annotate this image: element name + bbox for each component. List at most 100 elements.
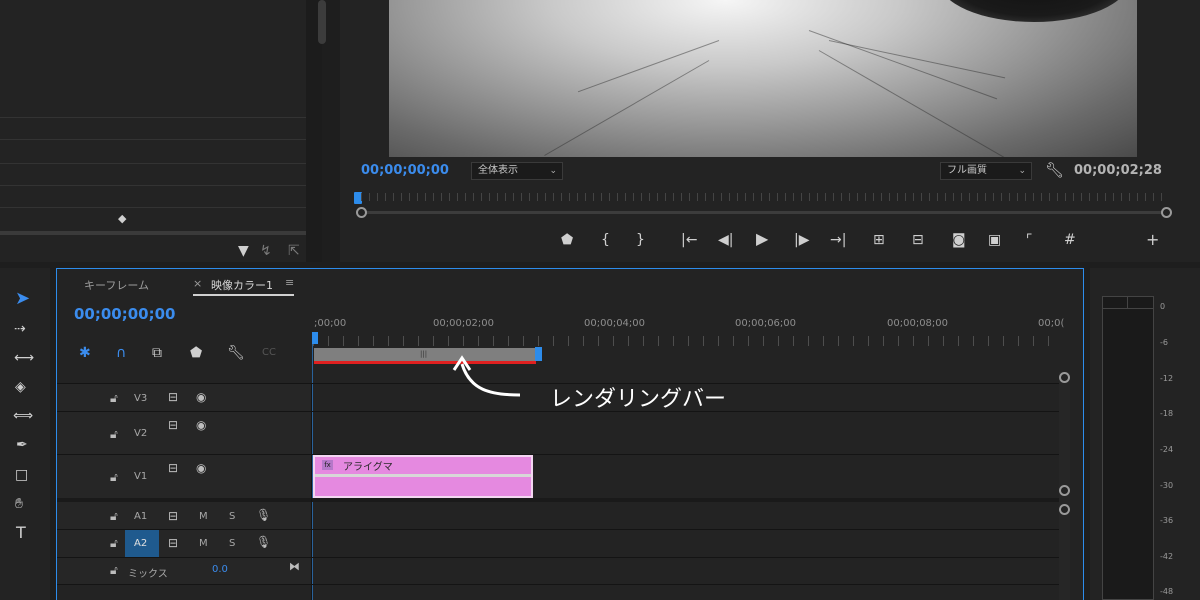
snap-magnet-icon[interactable]: ∩ — [116, 346, 126, 360]
panel-menu-icon[interactable]: ≡ — [285, 276, 294, 289]
zoom-dropdown[interactable]: 全体表示 ⌄ — [471, 162, 563, 180]
microphone-icon[interactable]: 🎙︎ — [256, 535, 271, 549]
tab-keyframe[interactable]: キーフレーム — [84, 277, 149, 293]
track-label-a1[interactable]: A1 — [134, 511, 147, 522]
ruler-label: 00;00;08;00 — [887, 318, 949, 329]
audio-scroll-handle[interactable] — [1059, 504, 1070, 515]
compare-view-icon[interactable]: ▣ — [988, 233, 1001, 247]
mute-button[interactable]: M — [199, 511, 208, 522]
add-marker-icon[interactable]: ⬟ — [561, 233, 573, 247]
mute-button[interactable]: M — [199, 538, 208, 549]
slip-tool-icon[interactable]: ⟺ — [13, 409, 33, 423]
scrollbar-thumb[interactable] — [318, 0, 326, 44]
quality-dropdown[interactable]: フル画質 ⌄ — [940, 162, 1032, 180]
timeline-ruler[interactable] — [313, 336, 1058, 346]
wrench-icon[interactable]: 🔧︎ — [1045, 163, 1064, 178]
microphone-icon[interactable]: 🎙︎ — [256, 508, 271, 522]
lock-icon[interactable]: 🔓︎ — [110, 536, 118, 551]
play-icon[interactable]: ▶ — [756, 231, 768, 247]
lock-icon[interactable]: 🔓︎ — [110, 509, 118, 524]
play-audio-icon[interactable]: ↯ — [260, 244, 272, 258]
mark-in-icon[interactable]: { — [601, 233, 610, 247]
meter-scale-label: -12 — [1160, 374, 1174, 383]
lock-icon[interactable]: 🔓︎ — [110, 391, 118, 406]
add-button-icon[interactable]: + — [1146, 232, 1159, 248]
lock-icon[interactable]: 🔓︎ — [110, 563, 118, 578]
camera-icon[interactable]: ◙ — [952, 233, 966, 247]
sync-lock-icon[interactable]: ⊟ — [168, 390, 178, 404]
mark-out-icon[interactable]: } — [636, 233, 645, 247]
sync-lock-icon[interactable]: ⊟ — [168, 509, 178, 523]
track-label-mix: ミックス — [128, 569, 168, 580]
clip-name: アライグマ — [343, 462, 393, 473]
divider — [0, 163, 306, 164]
sync-lock-icon[interactable]: ⊟ — [168, 461, 178, 475]
linked-selection-icon[interactable]: ⧉ — [152, 346, 162, 360]
eye-icon[interactable]: ◉ — [196, 418, 206, 432]
type-tool-icon[interactable]: T — [16, 525, 26, 541]
chevron-down-icon: ⌄ — [1018, 166, 1026, 176]
grid-icon[interactable]: # — [1064, 233, 1076, 247]
meter-scale-label: -42 — [1160, 552, 1174, 561]
zoom-scrollbar-track[interactable] — [361, 211, 1167, 214]
razor-tool-icon[interactable]: ◈ — [15, 380, 26, 394]
raccoon-nose-image — [939, 0, 1129, 22]
track-divider — [57, 557, 1060, 558]
step-forward-icon[interactable]: |▶ — [794, 233, 809, 247]
ruler-label: 00;00;02;00 — [433, 318, 495, 329]
go-to-out-icon[interactable]: →| — [830, 233, 846, 247]
export-icon[interactable]: ⇱ — [288, 244, 300, 258]
bowtie-icon[interactable]: ⧓ — [289, 560, 300, 573]
rectangle-tool-icon[interactable]: □ — [15, 468, 28, 482]
pen-tool-icon[interactable]: ✒ — [16, 438, 28, 452]
solo-button[interactable]: S — [229, 538, 235, 549]
ruler-label: 00;00;04;00 — [584, 318, 646, 329]
tab-sequence[interactable]: 映像カラー1 — [211, 277, 273, 293]
lift-icon[interactable]: ⊞ — [873, 233, 885, 247]
track-label-v3[interactable]: V3 — [134, 393, 147, 404]
solo-button[interactable]: S — [229, 511, 235, 522]
close-icon[interactable]: × — [193, 277, 202, 290]
video-clip[interactable]: fx アライグマ — [313, 455, 533, 498]
program-current-timecode[interactable]: 00;00;00;00 — [361, 163, 449, 178]
divider — [0, 139, 306, 140]
track-header-v3 — [57, 384, 311, 411]
safe-margins-icon[interactable]: ⌜ — [1026, 233, 1033, 247]
clip-divider — [315, 474, 531, 477]
ruler-label: 00;00;06;00 — [735, 318, 797, 329]
captions-icon[interactable]: CC — [262, 346, 276, 360]
track-label-a2[interactable]: A2 — [134, 538, 147, 549]
extract-icon[interactable]: ⊟ — [912, 233, 924, 247]
timeline-timecode[interactable]: 00;00;00;00 — [74, 305, 176, 323]
selection-tool-icon[interactable]: ➤ — [15, 290, 30, 308]
zoom-handle-right[interactable] — [1161, 207, 1172, 218]
keyframe-diamond-icon[interactable]: ◆ — [118, 212, 126, 226]
work-area-end-handle[interactable] — [535, 347, 542, 361]
work-area-grip-icon[interactable]: ||| — [420, 350, 427, 358]
eye-icon[interactable]: ◉ — [196, 461, 206, 475]
hand-tool-icon[interactable]: ✋︎ — [15, 497, 23, 511]
filter-icon[interactable]: ▼ — [238, 244, 249, 258]
zoom-handle-left[interactable] — [356, 207, 367, 218]
ripple-edit-tool-icon[interactable]: ⟷ — [14, 351, 34, 365]
scroll-handle-bottom[interactable] — [1059, 485, 1070, 496]
go-to-in-icon[interactable]: |← — [681, 233, 697, 247]
lock-icon[interactable]: 🔓︎ — [110, 427, 118, 442]
eye-icon[interactable]: ◉ — [196, 390, 206, 404]
zoom-scrollbar[interactable] — [361, 207, 1167, 218]
track-label-v2[interactable]: V2 — [134, 428, 147, 439]
scroll-handle-top[interactable] — [1059, 372, 1070, 383]
track-label-v1[interactable]: V1 — [134, 471, 147, 482]
mix-volume-value[interactable]: 0.0 — [212, 564, 228, 575]
track-select-tool-icon[interactable]: ⇢ — [14, 322, 26, 336]
lock-icon[interactable]: 🔓︎ — [110, 470, 118, 485]
timeline-settings-wrench-icon[interactable]: 🔧︎ — [227, 346, 245, 360]
sync-lock-icon[interactable]: ⊟ — [168, 536, 178, 550]
program-ruler[interactable] — [361, 193, 1167, 201]
sync-lock-icon[interactable]: ⊟ — [168, 418, 178, 432]
meter-scale-label: -18 — [1160, 409, 1174, 418]
step-back-icon[interactable]: ◀| — [718, 233, 733, 247]
add-marker-icon[interactable]: ⬟ — [190, 346, 202, 360]
nest-icon[interactable]: ✱ — [79, 346, 91, 360]
horizontal-scrollbar[interactable] — [0, 231, 306, 235]
